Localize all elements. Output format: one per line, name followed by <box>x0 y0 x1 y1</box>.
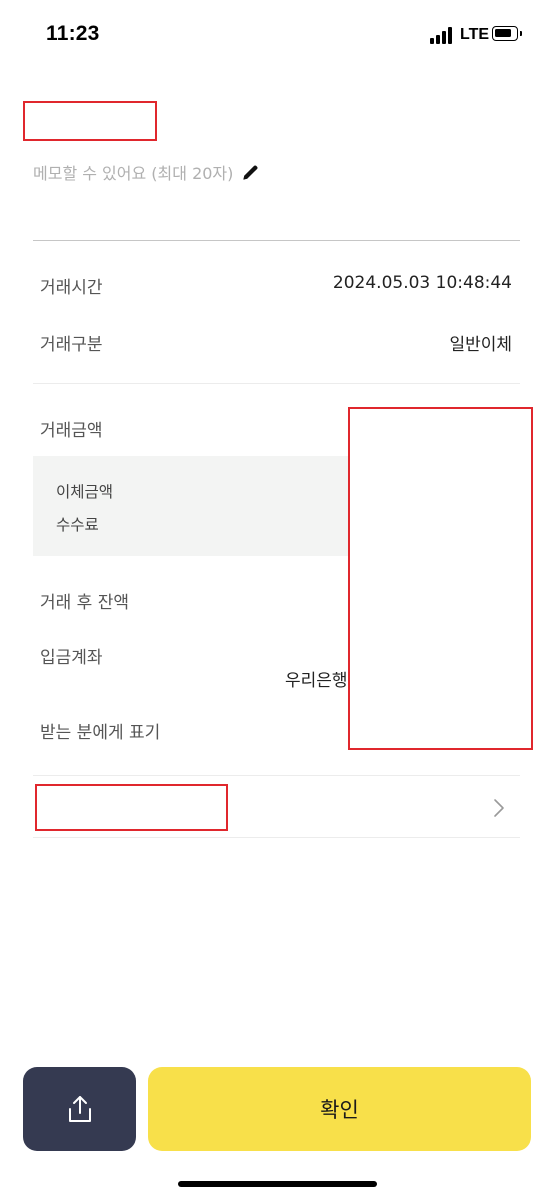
network-type: LTE <box>460 26 490 43</box>
transaction-type-value: 일반이체 <box>449 335 512 355</box>
chevron-right-icon[interactable] <box>492 797 506 819</box>
transaction-time-value: 2024.05.03 10:48:44 <box>332 273 512 293</box>
memo-placeholder: 메모할 수 있어요 (최대 20자) <box>33 164 234 183</box>
redacted-link-label <box>35 784 228 831</box>
fee-label: 수수료 <box>56 516 99 534</box>
transfer-amount-label: 이체금액 <box>56 483 114 501</box>
section-divider <box>33 240 520 241</box>
row-divider <box>33 383 520 384</box>
memo-field[interactable]: 메모할 수 있어요 (최대 20자) <box>33 160 260 184</box>
transaction-type-label: 거래구분 <box>40 335 103 355</box>
recipient-display-label: 받는 분에게 표기 <box>40 723 161 743</box>
share-icon <box>68 1096 91 1122</box>
row-divider <box>33 837 520 838</box>
pencil-icon[interactable] <box>241 163 260 182</box>
balance-after-label: 거래 후 잔액 <box>40 593 130 613</box>
status-time: 11:23 <box>46 22 100 45</box>
transaction-time-label: 거래시간 <box>40 278 103 298</box>
redacted-title <box>23 101 157 141</box>
confirm-button[interactable]: 확인 <box>148 1067 531 1151</box>
deposit-account-label: 입금계좌 <box>40 648 103 668</box>
home-indicator <box>178 1181 377 1187</box>
amount-label: 거래금액 <box>40 421 103 441</box>
confirm-button-label: 확인 <box>320 1098 359 1122</box>
redacted-values <box>348 407 533 750</box>
share-button[interactable] <box>23 1067 136 1151</box>
cellular-signal-icon <box>430 27 456 44</box>
deposit-bank-name: 우리은행 <box>285 671 348 691</box>
battery-icon <box>492 26 522 41</box>
